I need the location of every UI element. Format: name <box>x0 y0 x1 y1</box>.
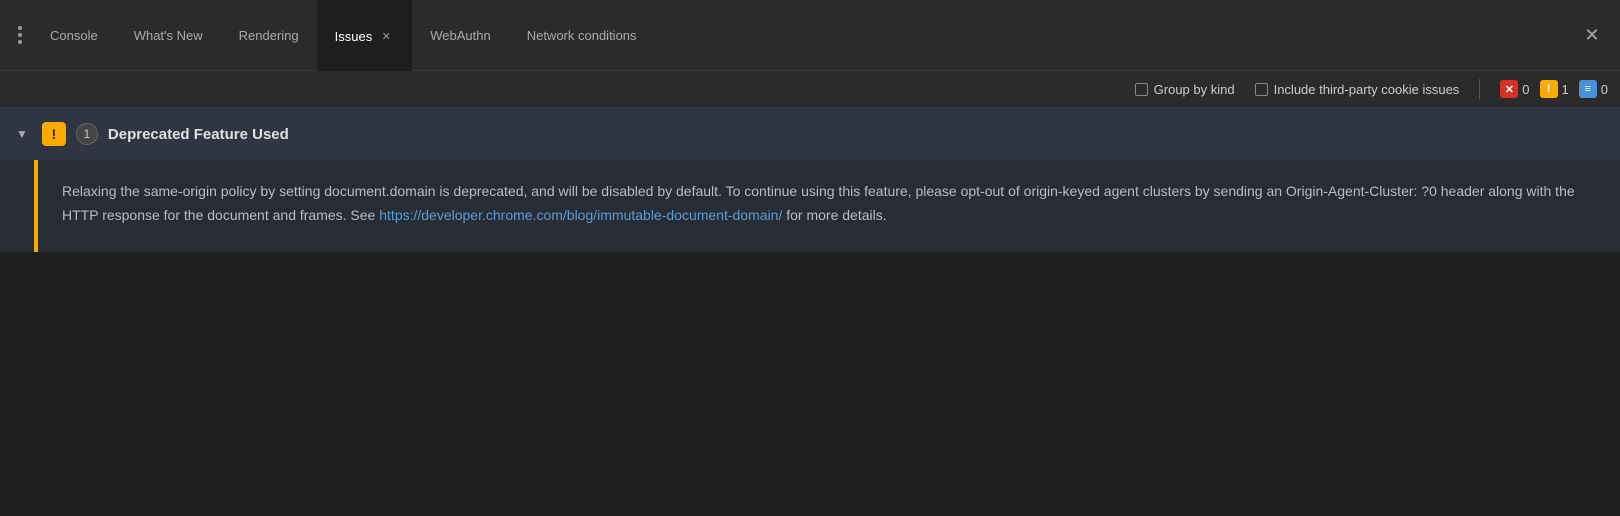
issue-title: Deprecated Feature Used <box>108 126 289 143</box>
error-badge[interactable]: ✕ 0 <box>1500 80 1529 98</box>
tab-network-conditions-label: Network conditions <box>527 28 637 43</box>
tab-whats-new-label: What's New <box>134 28 203 43</box>
close-panel-button[interactable]: ✕ <box>1572 15 1612 55</box>
issue-content: Relaxing the same-origin policy by setti… <box>38 160 1620 252</box>
toolbar-checkboxes: Group by kind Include third-party cookie… <box>1135 82 1460 97</box>
issue-header[interactable]: ▼ ! 1 Deprecated Feature Used <box>0 108 1620 160</box>
issues-toolbar: Group by kind Include third-party cookie… <box>0 71 1620 108</box>
third-party-text: Include third-party cookie issues <box>1274 82 1460 97</box>
tab-issues[interactable]: Issues ✕ <box>317 0 413 71</box>
tab-issues-close[interactable]: ✕ <box>378 28 394 44</box>
issue-body: Relaxing the same-origin policy by setti… <box>0 160 1620 252</box>
group-by-kind-label[interactable]: Group by kind <box>1135 82 1235 97</box>
issue-link[interactable]: https://developer.chrome.com/blog/immuta… <box>379 207 782 223</box>
third-party-checkbox[interactable] <box>1255 83 1268 96</box>
tab-bar: Console What's New Rendering Issues ✕ We… <box>0 0 1620 71</box>
tab-whats-new[interactable]: What's New <box>116 0 221 71</box>
tab-webauthn-label: WebAuthn <box>430 28 490 43</box>
info-count: 0 <box>1601 82 1608 97</box>
issue-section: ▼ ! 1 Deprecated Feature Used Relaxing t… <box>0 108 1620 252</box>
issue-count-badge: 1 <box>76 123 98 145</box>
info-badge[interactable]: ≡ 0 <box>1579 80 1608 98</box>
error-count: 0 <box>1522 82 1529 97</box>
warning-count: 1 <box>1562 82 1569 97</box>
tab-rendering[interactable]: Rendering <box>221 0 317 71</box>
badge-group: ✕ 0 ! 1 ≡ 0 <box>1500 80 1608 98</box>
warning-badge[interactable]: ! 1 <box>1540 80 1569 98</box>
tab-issues-label: Issues <box>335 29 373 44</box>
toolbar-separator <box>1479 79 1480 99</box>
third-party-label[interactable]: Include third-party cookie issues <box>1255 82 1460 97</box>
tab-rendering-label: Rendering <box>239 28 299 43</box>
chevron-down-icon: ▼ <box>16 127 28 141</box>
more-tabs-button[interactable] <box>8 26 32 44</box>
issue-body-suffix: for more details. <box>782 207 886 223</box>
group-by-kind-text: Group by kind <box>1154 82 1235 97</box>
tab-network-conditions[interactable]: Network conditions <box>509 0 655 71</box>
error-icon: ✕ <box>1500 80 1518 98</box>
info-icon: ≡ <box>1579 80 1597 98</box>
group-by-kind-checkbox[interactable] <box>1135 83 1148 96</box>
tab-webauthn[interactable]: WebAuthn <box>412 0 508 71</box>
warning-icon: ! <box>1540 80 1558 98</box>
tab-console-label: Console <box>50 28 98 43</box>
tab-console[interactable]: Console <box>32 0 116 71</box>
issue-type-icon: ! <box>42 122 66 146</box>
